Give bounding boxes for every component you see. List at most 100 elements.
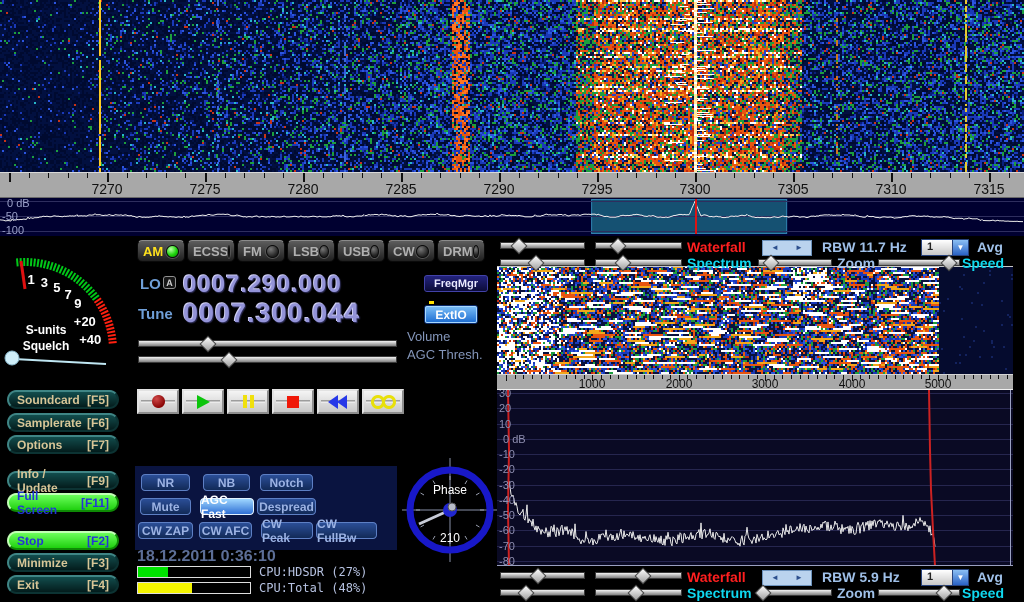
top-avg-label: Avg bbox=[977, 239, 1003, 255]
bottom-avg-value: 1 bbox=[922, 570, 952, 585]
dsp-despread-button[interactable]: Despread bbox=[257, 498, 316, 515]
mode-button-cw[interactable]: CW bbox=[387, 240, 435, 262]
button-fkey: [F7] bbox=[87, 438, 109, 452]
dsp-mute-button[interactable]: Mute bbox=[140, 498, 191, 515]
loop-button[interactable] bbox=[362, 389, 404, 414]
mode-button-usb[interactable]: USB bbox=[337, 240, 385, 262]
dropdown-arrow-icon[interactable]: ▼ bbox=[952, 240, 968, 255]
button-label: Soundcard bbox=[17, 393, 80, 407]
s-meter[interactable] bbox=[0, 237, 135, 395]
bottom-spectrum-lower-slider-thumb[interactable] bbox=[628, 585, 645, 602]
main-spectrum[interactable] bbox=[0, 198, 1024, 236]
bottom-zoom-slider[interactable] bbox=[758, 589, 832, 596]
mode-button-fm[interactable]: FM bbox=[237, 240, 285, 262]
phase-dial[interactable] bbox=[400, 450, 500, 570]
mode-led-icon bbox=[166, 245, 179, 258]
button-fkey: [F2] bbox=[87, 534, 109, 548]
rewind-button[interactable] bbox=[317, 389, 359, 414]
top-avg-select[interactable]: 1▼ bbox=[921, 239, 969, 256]
record-button[interactable] bbox=[137, 389, 179, 414]
bottom-spectrum-lower-slider[interactable] bbox=[595, 589, 682, 596]
audio-spectrum[interactable] bbox=[497, 390, 1013, 566]
lo-frequency-value[interactable]: 0007.290.000 bbox=[183, 271, 342, 299]
dsp-nb-button[interactable]: NB bbox=[203, 474, 250, 491]
bottom-waterfall-brightness-slider[interactable] bbox=[500, 572, 585, 579]
bottom-spectrum-upper-slider-thumb[interactable] bbox=[518, 585, 535, 602]
mode-button-drm[interactable]: DRM bbox=[437, 240, 485, 262]
minimize-button[interactable]: Minimize[F3] bbox=[7, 553, 119, 572]
top-waterfall-contrast-slider-thumb[interactable] bbox=[610, 238, 627, 255]
top-pager-left-icon[interactable]: ◄ bbox=[771, 244, 779, 252]
button-fkey: [F4] bbox=[87, 578, 109, 592]
bottom-pager-left-icon[interactable]: ◄ bbox=[771, 574, 779, 582]
stop-button[interactable] bbox=[272, 389, 314, 414]
top-avg-value: 1 bbox=[922, 240, 952, 255]
top-spectrum-upper-slider[interactable] bbox=[500, 259, 585, 266]
dsp-agc-fast-button[interactable]: AGC Fast bbox=[200, 498, 254, 515]
freqmgr-button[interactable]: FreqMgr bbox=[424, 275, 488, 292]
full-screen-button[interactable]: Full Screen[F11] bbox=[7, 493, 119, 512]
audio-waterfall[interactable] bbox=[497, 266, 1013, 374]
lo-lock-badge[interactable]: A bbox=[163, 276, 176, 289]
dsp-cw-zap-button[interactable]: CW ZAP bbox=[138, 522, 193, 539]
cpu-bar-hdsdr bbox=[137, 566, 251, 578]
agc-threshold-label: AGC Thresh. bbox=[407, 347, 483, 362]
soundcard-button[interactable]: Soundcard[F5] bbox=[7, 390, 119, 409]
audio-frequency-scale[interactable] bbox=[497, 374, 1013, 390]
top-zoom-slider[interactable] bbox=[758, 259, 832, 266]
stop-button[interactable]: Stop [F2] bbox=[7, 531, 119, 550]
dsp-nr-button[interactable]: NR bbox=[141, 474, 190, 491]
top-waterfall-brightness-slider[interactable] bbox=[500, 242, 585, 249]
agc-threshold-slider-thumb[interactable] bbox=[221, 352, 238, 369]
agc-threshold-slider[interactable] bbox=[138, 356, 397, 363]
samplerate-button[interactable]: Samplerate[F6] bbox=[7, 413, 119, 432]
bottom-speed-slider-thumb[interactable] bbox=[936, 585, 953, 602]
top-waterfall-brightness-slider-thumb[interactable] bbox=[511, 238, 528, 255]
main-waterfall[interactable] bbox=[0, 0, 1024, 172]
dsp-label: Mute bbox=[152, 500, 180, 514]
pause-button[interactable] bbox=[227, 389, 269, 414]
volume-slider-thumb[interactable] bbox=[200, 336, 217, 353]
dsp-notch-button[interactable]: Notch bbox=[260, 474, 313, 491]
dsp-cw-peak-button[interactable]: CW Peak bbox=[261, 522, 313, 539]
top-pager-right-icon[interactable]: ► bbox=[795, 244, 803, 252]
bottom-speed-slider[interactable] bbox=[878, 589, 960, 596]
bottom-waterfall-label: Waterfall bbox=[687, 569, 746, 585]
dsp-cw-fullbw-button[interactable]: CW FullBw bbox=[316, 522, 377, 539]
top-speed-slider[interactable] bbox=[878, 259, 960, 266]
bottom-waterfall-contrast-slider-thumb[interactable] bbox=[635, 568, 652, 585]
bottom-rbw-label: RBW 5.9 Hz bbox=[822, 569, 900, 585]
options-button[interactable]: Options[F7] bbox=[7, 435, 119, 454]
bottom-waterfall-contrast-slider[interactable] bbox=[595, 572, 682, 579]
bottom-waterfall-brightness-slider-thumb[interactable] bbox=[530, 568, 547, 585]
info-update-button[interactable]: Info / Update[F9] bbox=[7, 471, 119, 490]
bottom-avg-select[interactable]: 1▼ bbox=[921, 569, 969, 586]
bottom-pager-right-icon[interactable]: ► bbox=[795, 574, 803, 582]
mode-button-ecss[interactable]: ECSS bbox=[187, 240, 235, 262]
bottom-waterfall-pager[interactable]: ◄► bbox=[762, 570, 812, 586]
dropdown-arrow-icon[interactable]: ▼ bbox=[952, 570, 968, 585]
main-frequency-scale[interactable] bbox=[0, 172, 1024, 198]
exit-button[interactable]: Exit[F4] bbox=[7, 575, 119, 594]
dsp-cw-afc-button[interactable]: CW AFC bbox=[199, 522, 252, 539]
cpu-label-total: CPU:Total (48%) bbox=[259, 581, 367, 595]
bottom-zoom-slider-thumb[interactable] bbox=[755, 585, 772, 602]
hdsdr-window: Soundcard[F5] Samplerate[F6] Options[F7] In… bbox=[0, 0, 1024, 600]
top-waterfall-pager[interactable]: ◄► bbox=[762, 240, 812, 256]
bottom-spectrum-upper-slider[interactable] bbox=[500, 589, 585, 596]
dsp-label: CW ZAP bbox=[142, 524, 189, 538]
top-waterfall-contrast-slider[interactable] bbox=[595, 242, 682, 249]
mode-button-lsb[interactable]: LSB bbox=[287, 240, 335, 262]
mode-button-am[interactable]: AM bbox=[137, 240, 185, 262]
volume-slider[interactable] bbox=[138, 340, 397, 347]
top-spectrum-lower-slider[interactable] bbox=[595, 259, 682, 266]
tune-frequency-value[interactable]: 0007.300.044 bbox=[183, 298, 360, 329]
play-button[interactable] bbox=[182, 389, 224, 414]
button-label: Stop bbox=[17, 534, 44, 548]
mode-label: CW bbox=[393, 244, 415, 259]
button-fkey: [F3] bbox=[87, 556, 109, 570]
tune-label: Tune bbox=[138, 306, 173, 323]
cpu-label-hdsdr: CPU:HDSDR (27%) bbox=[259, 565, 367, 579]
extio-button[interactable]: ExtIO bbox=[424, 305, 478, 324]
bottom-spectrum-label: Spectrum bbox=[687, 585, 752, 601]
